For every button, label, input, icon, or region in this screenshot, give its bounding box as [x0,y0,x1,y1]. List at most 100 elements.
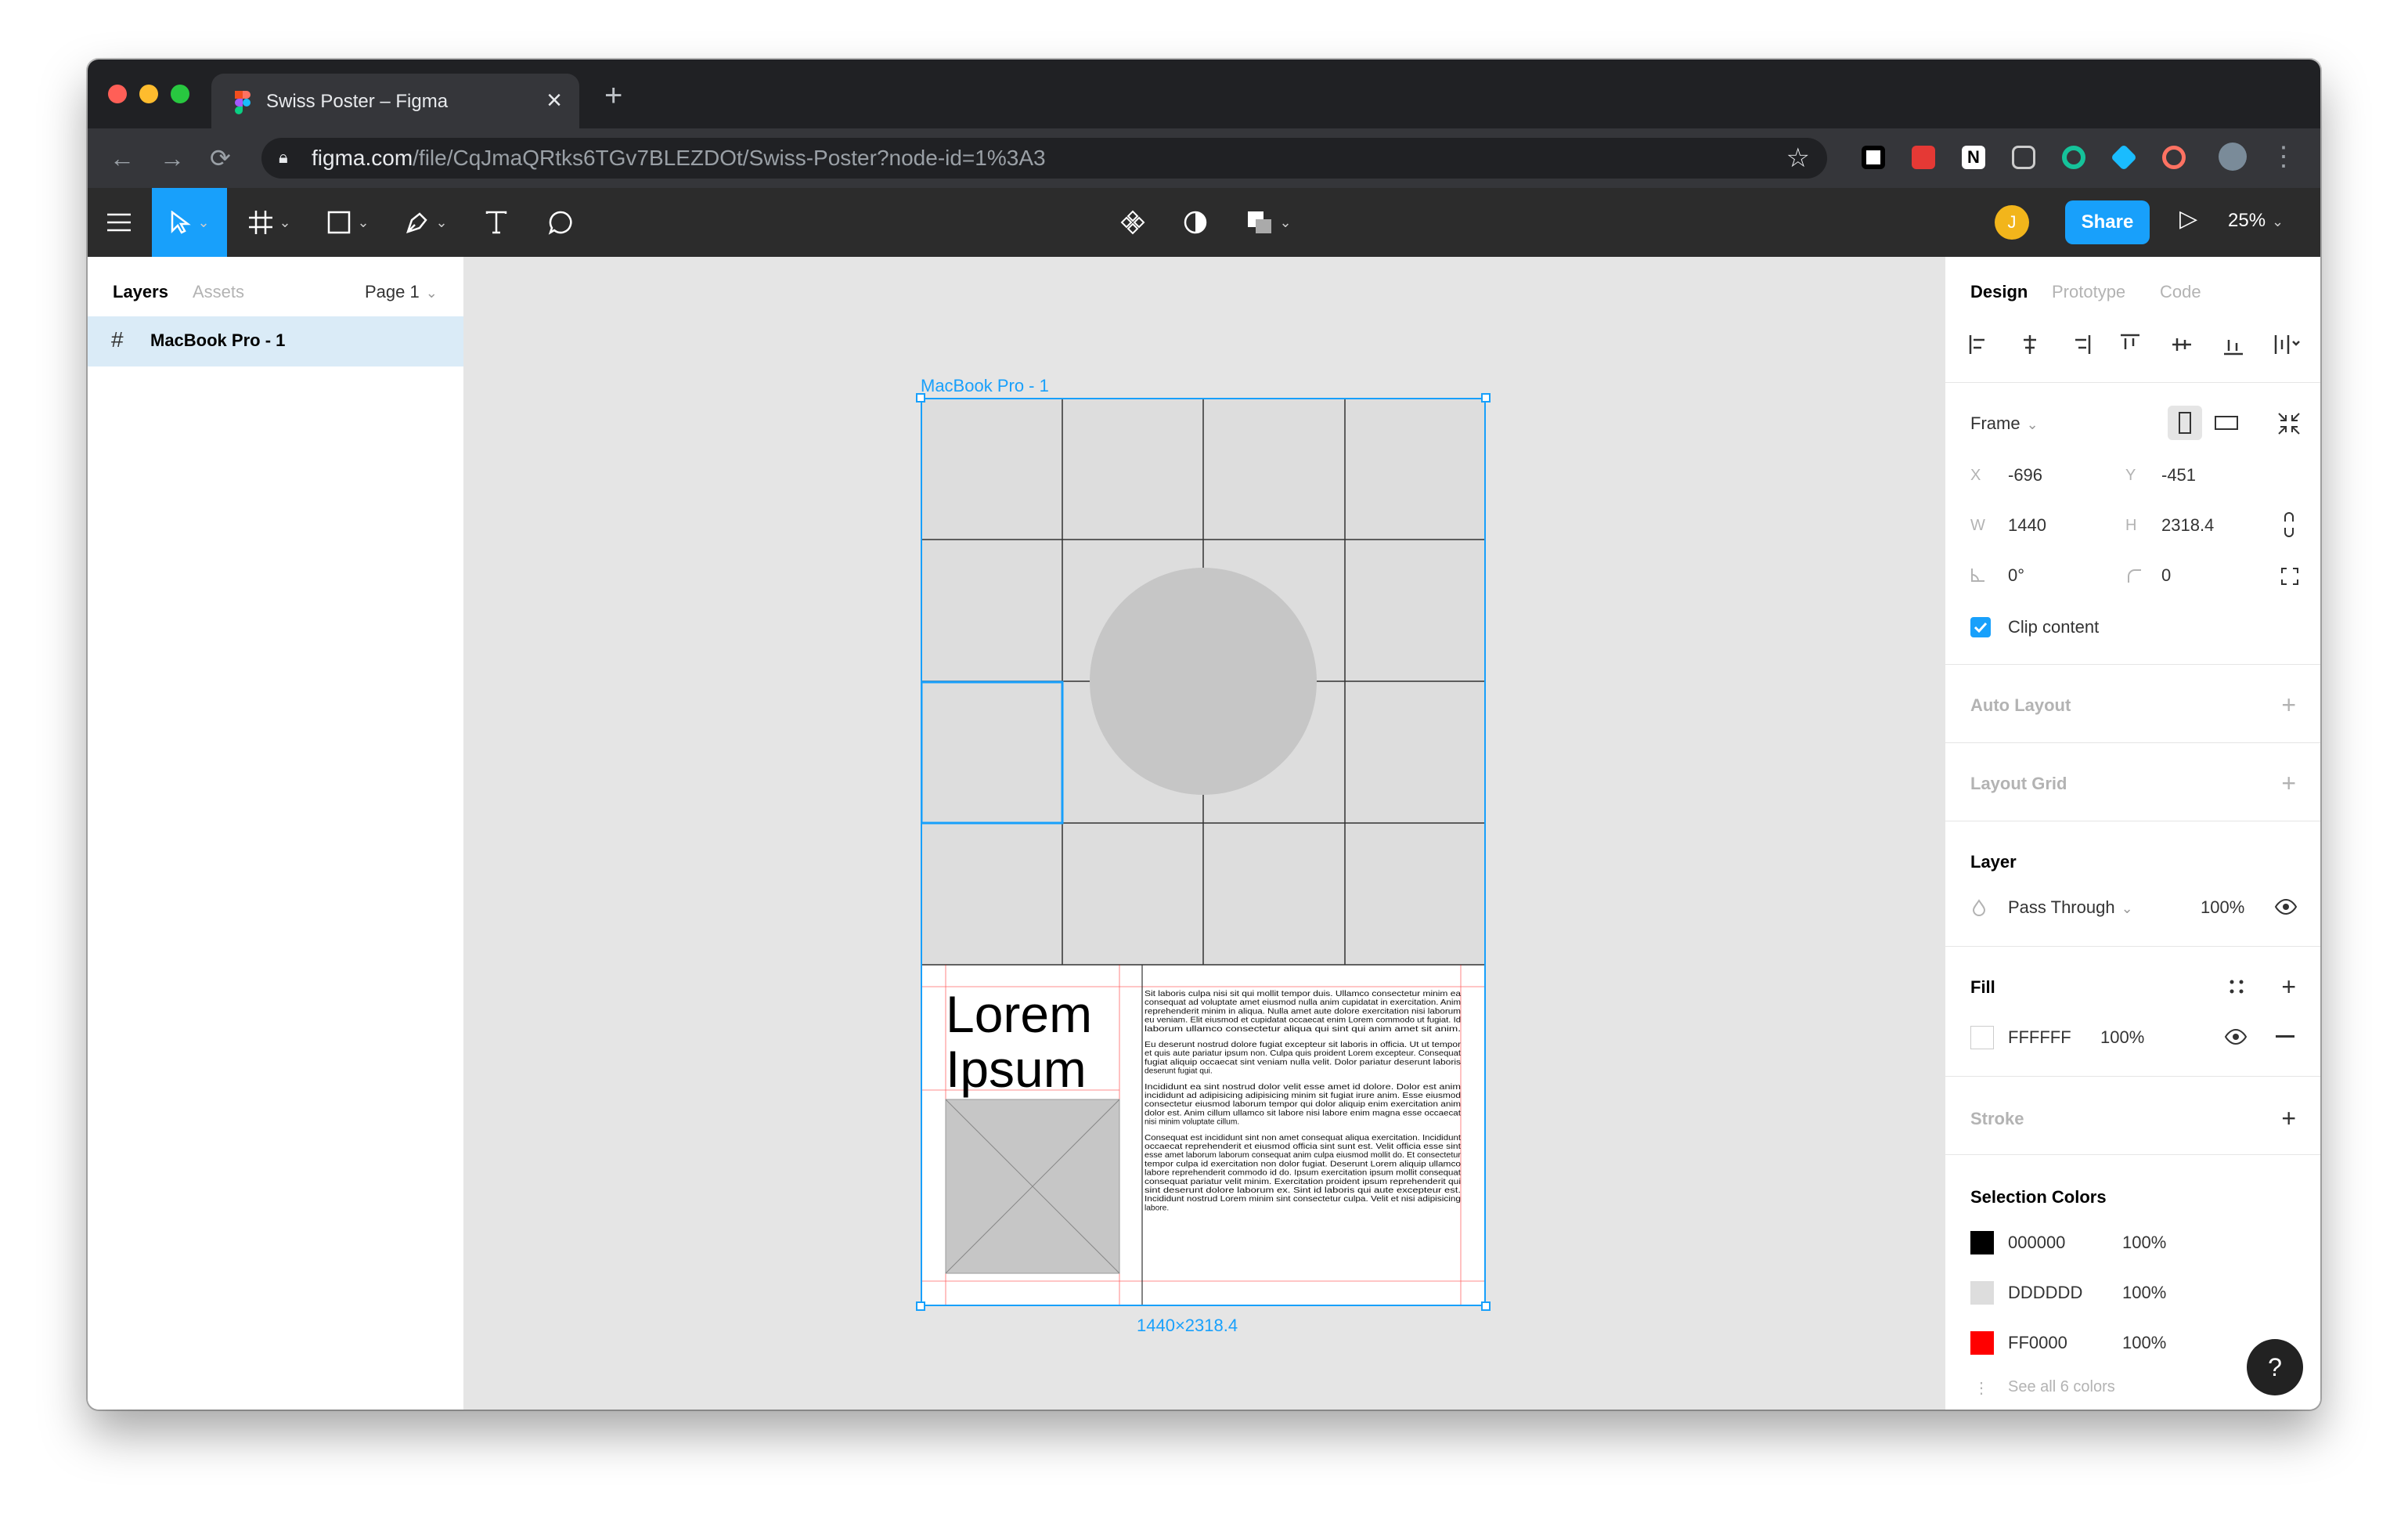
frame-type-dropdown[interactable]: Frame ⌄ [1970,413,2039,434]
page-dropdown[interactable]: Page 1 ⌄ [365,282,438,302]
width-input[interactable]: 1440 [2008,515,2046,536]
remove-fill-icon[interactable] [2276,1035,2294,1038]
tab-design[interactable]: Design [1970,282,2028,302]
tab-strip: Swiss Poster – Figma × + [88,60,2320,128]
shape-tool-button[interactable]: ⌄ [315,188,382,257]
tab-assets[interactable]: Assets [193,282,244,302]
landscape-icon[interactable] [2215,415,2238,431]
browser-window: Swiss Poster – Figma × + ← → ⟳ 🔒︎ figma.… [88,60,2320,1410]
layer-row[interactable]: # MacBook Pro - 1 [88,316,463,366]
text-tool-button[interactable] [465,188,528,257]
new-tab-button[interactable]: + [604,80,622,111]
main-menu-button[interactable] [88,188,150,257]
height-input[interactable]: 2318.4 [2161,515,2214,536]
mask-button[interactable] [1168,188,1223,257]
zoom-level-dropdown[interactable]: 25% ⌄ [2228,210,2284,232]
tab-layers[interactable]: Layers [113,282,168,302]
extension-color-icon[interactable] [2162,146,2186,169]
design-canvas[interactable]: MacBook Pro - 1 Lorem Ipsum Sit laboris … [463,257,1945,1410]
eye-icon[interactable] [2274,897,2298,916]
boolean-button[interactable]: ⌄ [1235,188,1303,257]
comment-tool-button[interactable] [529,188,592,257]
style-grid-icon[interactable] [2227,977,2246,996]
bookmark-star-icon[interactable]: ☆ [1786,143,1810,174]
align-left-icon[interactable] [1969,335,1984,354]
reload-button[interactable]: ⟳ [210,143,231,174]
url-input[interactable]: 🔒︎ figma.com/file/CqJmaQRtks6TGv7BLEZDOt… [261,138,1827,179]
resize-handle[interactable] [916,393,925,403]
fill-opacity-input[interactable]: 100% [2100,1027,2144,1048]
eye-icon[interactable] [2224,1027,2248,1046]
browser-tab[interactable]: Swiss Poster – Figma × [211,74,579,128]
y-input[interactable]: -451 [2161,465,2196,486]
extension-pocket-icon[interactable] [2012,146,2035,169]
add-layout-grid-icon[interactable]: + [2281,771,2296,796]
help-button[interactable]: ? [2247,1339,2303,1395]
selection-color-opacity[interactable]: 100% [2122,1233,2166,1253]
selection-color-hex[interactable]: FF0000 [2008,1333,2067,1353]
selection-color-swatch[interactable] [1970,1281,1994,1305]
tab-code[interactable]: Code [2160,282,2201,302]
extension-square-icon[interactable] [1862,146,1885,169]
layer-opacity-input[interactable]: 100% [2201,897,2244,918]
selection-color-hex[interactable]: 000000 [2008,1233,2065,1253]
add-auto-layout-icon[interactable]: + [2281,692,2296,717]
align-right-icon[interactable] [2075,335,2091,354]
maximize-window-button[interactable] [171,85,189,103]
pen-tool-button[interactable]: ⌄ [393,188,460,257]
resize-handle[interactable] [916,1301,925,1311]
w-label: W [1970,517,1985,534]
selection-color-opacity[interactable]: 100% [2122,1283,2166,1303]
resize-to-fit-icon[interactable] [2277,412,2301,435]
add-fill-icon[interactable]: + [2281,974,2296,999]
align-top-icon[interactable] [2121,334,2139,349]
present-play-icon[interactable]: ▷ [2179,205,2197,233]
blend-mode-dropdown[interactable]: Pass Through ⌄ [2008,897,2133,918]
clip-content-label: Clip content [2008,617,2100,637]
resize-handle[interactable] [1481,393,1491,403]
constrain-proportions-icon[interactable] [2282,512,2296,537]
rotation-input[interactable]: 0° [2008,565,2024,586]
selection-color-swatch[interactable] [1970,1231,1994,1254]
extension-gem-icon[interactable] [2111,144,2137,171]
chevron-down-icon: ⌄ [279,214,291,230]
extension-grammarly-icon[interactable] [2062,146,2085,169]
align-horizontal-center-icon[interactable] [2024,335,2036,354]
resize-handle[interactable] [1481,1301,1491,1311]
see-all-colors-link[interactable]: See all 6 colors [2008,1378,2115,1396]
align-bottom-icon[interactable] [2224,340,2243,356]
tab-prototype[interactable]: Prototype [2052,282,2125,302]
tab-close-icon[interactable]: × [546,85,562,116]
distribute-icon[interactable] [2274,335,2300,354]
forward-button[interactable]: → [160,143,185,174]
frame-label[interactable]: MacBook Pro - 1 [921,376,1049,396]
chevron-down-icon: ⌄ [435,214,448,230]
profile-avatar[interactable] [2219,143,2247,171]
align-vertical-center-icon[interactable] [2172,338,2191,351]
independent-corners-icon[interactable] [2280,567,2299,586]
clip-content-checkbox[interactable] [1970,617,1991,637]
selection-color-hex[interactable]: DDDDDD [2008,1283,2082,1303]
fill-color-swatch[interactable] [1970,1026,1994,1049]
frame-tool-button[interactable]: ⌄ [236,188,304,257]
portrait-orientation-button[interactable] [2168,406,2202,440]
share-button[interactable]: Share [2065,200,2150,244]
back-button[interactable]: ← [110,143,135,174]
minimize-window-button[interactable] [139,85,158,103]
alignment-toolbar [1969,334,2300,356]
fill-hex-input[interactable]: FFFFFF [2008,1027,2071,1048]
user-avatar[interactable]: J [1995,205,2029,240]
x-input[interactable]: -696 [2008,465,2042,486]
selection-color-swatch[interactable] [1970,1331,1994,1355]
selection-color-opacity[interactable]: 100% [2122,1333,2166,1353]
move-tool-button[interactable]: ⌄ [152,188,227,257]
close-window-button[interactable] [108,85,127,103]
components-button[interactable] [1105,188,1160,257]
corner-radius-input[interactable]: 0 [2161,565,2171,586]
chrome-menu-icon[interactable]: ⋮ [2270,141,2297,172]
extension-video-icon[interactable] [1912,146,1935,169]
add-stroke-icon[interactable]: + [2281,1106,2296,1131]
cursor-arrow-icon [171,211,192,234]
extension-notion-icon[interactable]: N [1962,146,1985,169]
divider [1945,664,2320,665]
